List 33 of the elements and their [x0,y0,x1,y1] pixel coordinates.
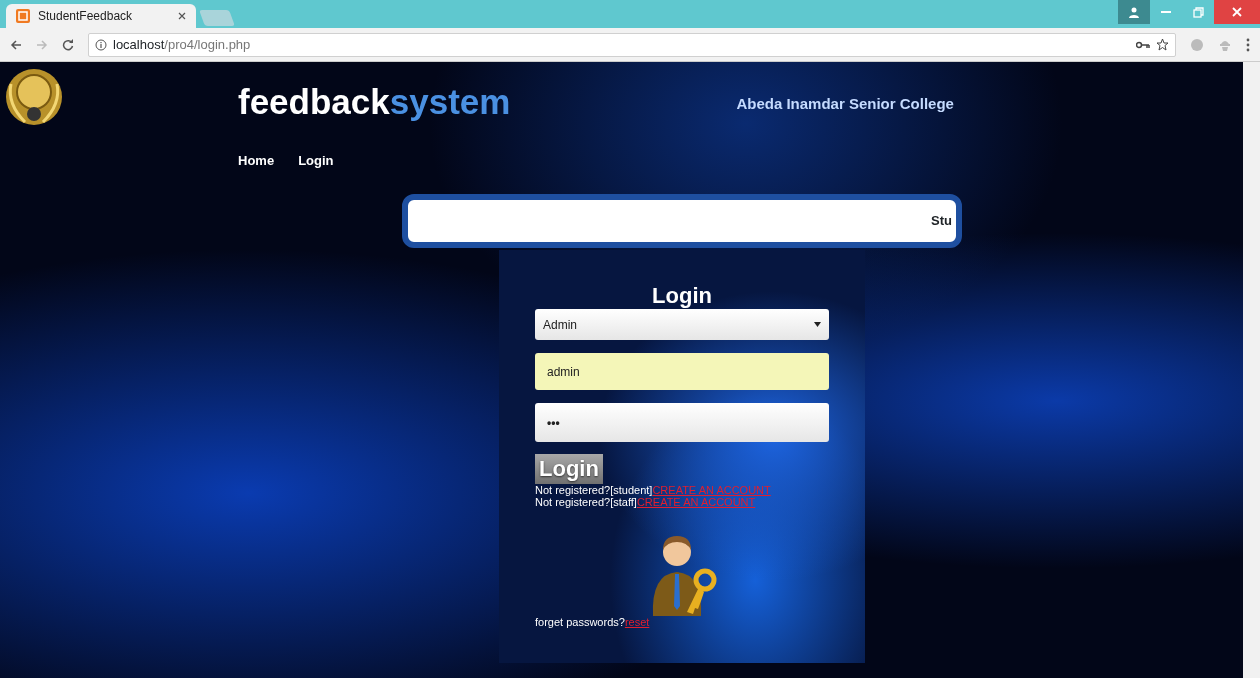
address-field[interactable]: localhost/pro4/login.php [88,32,1176,57]
nav-link[interactable]: Home [238,150,275,170]
close-icon [1232,7,1242,17]
info-icon [95,38,107,51]
register-prompt: Not registered?[staff]CREATE AN ACCOUNT [535,496,757,508]
minimize-icon [1161,11,1171,13]
forgot-password-prompt: forget passwords?reset [535,616,651,628]
url-text: localhost/pro4/login.php [113,35,251,54]
username-field[interactable]: admin [535,353,829,390]
role-select[interactable]: Admin [535,309,829,340]
dropdown-caret-icon [814,322,821,327]
marquee-banner: Stu [402,194,962,248]
profile-button[interactable] [1118,0,1150,24]
restore-icon [1192,6,1204,18]
site-title: feedbacksystem [238,81,511,123]
forward-arrow-icon[interactable] [36,38,48,51]
login-heading: Login [651,283,713,309]
password-field[interactable]: ••• [535,403,829,442]
back-arrow-icon[interactable] [10,38,22,51]
person-icon [1129,6,1139,18]
nav-link[interactable]: Login [298,150,334,170]
favicon-icon [16,9,30,23]
register-prompt: Not registered?[student]CREATE AN ACCOUNT [535,484,772,496]
menu-icon[interactable] [1246,37,1250,52]
tab-title: StudentFeedback [38,8,134,25]
close-window-button[interactable] [1214,0,1260,24]
browser-tab[interactable]: StudentFeedback [6,4,196,28]
reload-icon[interactable] [62,38,74,51]
star-icon[interactable] [1156,38,1169,51]
login-button[interactable]: Login [535,454,603,484]
close-icon[interactable] [178,12,186,20]
college-name: Abeda Inamdar Senior College [736,94,954,114]
key-icon[interactable] [1136,40,1150,49]
